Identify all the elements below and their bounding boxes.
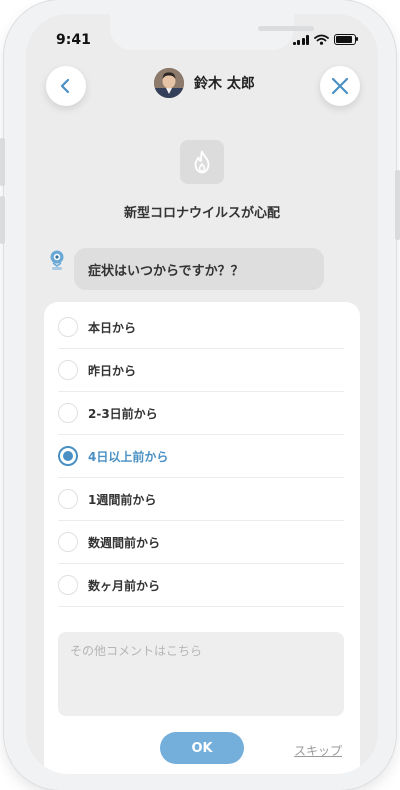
bot-icon: [50, 250, 64, 270]
side-button: [0, 196, 5, 244]
option-1-week[interactable]: 1週間前から: [58, 478, 344, 521]
skip-link[interactable]: スキップ: [294, 742, 342, 759]
radio-button[interactable]: [58, 575, 78, 595]
radio-button[interactable]: [58, 532, 78, 552]
side-button: [395, 170, 400, 240]
option-label: 2-3日前から: [88, 406, 158, 421]
option-label: 数週間前から: [88, 535, 161, 550]
user-name: 鈴木 太郎: [194, 76, 255, 92]
cellular-signal-icon: [292, 34, 309, 45]
radio-button[interactable]: [58, 317, 78, 337]
radio-button[interactable]: [58, 403, 78, 423]
battery-icon: [334, 34, 358, 45]
phone-frame: 9:41 鈴木 太郎 新型コロナウイルスが心配 症状はいつからですか？？ 本日か…: [0, 0, 400, 790]
radio-button[interactable]: [58, 489, 78, 509]
status-icons: [292, 34, 358, 45]
option-yesterday[interactable]: 昨日から: [58, 349, 344, 392]
option-label: 数ヶ月前から: [88, 578, 161, 593]
option-several-weeks[interactable]: 数週間前から: [58, 521, 344, 564]
ok-button[interactable]: OK: [160, 732, 244, 764]
status-time: 9:41: [56, 32, 91, 48]
chevron-left-icon: [60, 78, 70, 94]
option-label: 本日から: [88, 320, 137, 335]
topic-title: 新型コロナウイルスが心配: [123, 206, 280, 221]
avatar-photo: [154, 68, 184, 98]
option-label: 4日以上前から: [88, 449, 169, 464]
app-screen: 9:41 鈴木 太郎 新型コロナウイルスが心配 症状はいつからですか？？ 本日か…: [26, 14, 378, 774]
bot-avatar: [48, 250, 66, 276]
flame-icon: [194, 150, 210, 174]
option-several-months[interactable]: 数ヶ月前から: [58, 564, 344, 607]
back-button[interactable]: [46, 66, 86, 106]
speaker-grille: [258, 26, 314, 31]
option-4-plus-days[interactable]: 4日以上前から: [58, 435, 344, 478]
avatar: [154, 68, 184, 98]
topic-icon-tile: [180, 140, 224, 184]
radio-button[interactable]: [58, 360, 78, 380]
chat-partner: 鈴木 太郎: [154, 68, 255, 98]
phone-notch: [110, 14, 314, 50]
comment-input[interactable]: [58, 632, 344, 716]
option-2-3-days[interactable]: 2-3日前から: [58, 392, 344, 435]
close-icon: [331, 77, 349, 95]
side-button: [0, 138, 5, 186]
question-text: 症状はいつからですか？？: [88, 263, 244, 279]
option-today[interactable]: 本日から: [58, 306, 344, 349]
question-bubble: 症状はいつからですか？？: [74, 248, 324, 290]
radio-button-selected[interactable]: [58, 446, 78, 466]
option-label: 昨日から: [88, 363, 137, 378]
wifi-icon: [314, 34, 329, 45]
close-button[interactable]: [320, 66, 360, 106]
option-label: 1週間前から: [88, 492, 157, 507]
answer-card: 本日から 昨日から 2-3日前から 4日以上前から 1週間前から 数週間前から: [44, 302, 360, 774]
